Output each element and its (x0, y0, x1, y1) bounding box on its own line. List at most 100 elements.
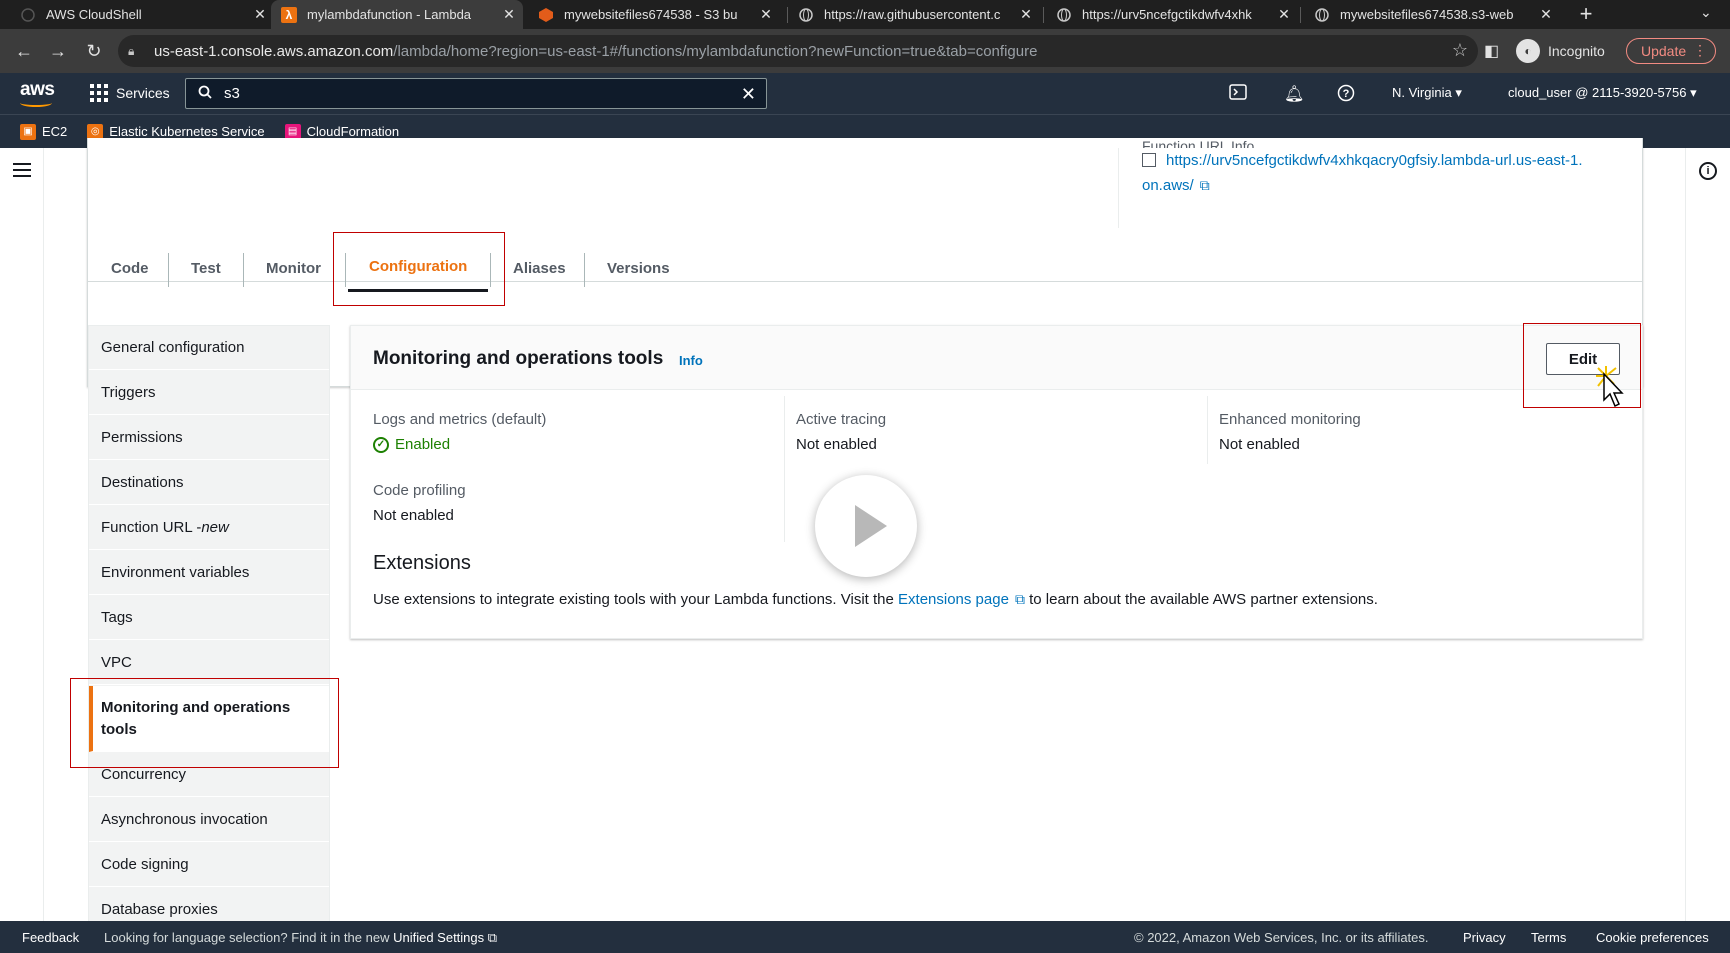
info-panel-icon[interactable]: i (1699, 162, 1717, 180)
copy-icon[interactable] (1142, 153, 1156, 167)
address-bar[interactable]: 🔒︎ us-east-1.console.aws.amazon.com/lamb… (118, 35, 1478, 67)
lambda-console-page: i Function URL Info https://urv5ncefgcti… (0, 138, 1730, 932)
update-button[interactable]: Update ⋮ (1626, 38, 1716, 64)
copyright: © 2022, Amazon Web Services, Inc. or its… (1134, 930, 1429, 945)
info-link[interactable]: Info (679, 353, 703, 368)
side-menu-general-configuration[interactable]: General configuration (89, 326, 329, 370)
close-icon[interactable]: ✕ (501, 6, 517, 23)
extensions-description: Use extensions to integrate existing too… (373, 591, 1378, 608)
browser-tab-s3-website[interactable]: mywebsitefiles674538.s3-web ✕ (1314, 0, 1554, 29)
browser-tab-lambda[interactable]: λ mylambdafunction - Lambda ✕ (271, 0, 523, 29)
side-menu-vpc[interactable]: VPC (89, 641, 329, 685)
tab-test[interactable]: Test (191, 243, 221, 293)
feedback-link[interactable]: Feedback (22, 930, 79, 945)
search-input[interactable]: s3 ✕ (185, 78, 767, 109)
side-menu-concurrency[interactable]: Concurrency (89, 753, 329, 797)
active-tracing-label: Active tracing (796, 411, 887, 428)
tab-separator (584, 253, 585, 287)
side-menu-tags[interactable]: Tags (89, 596, 329, 640)
panel-title: Monitoring and operations tools (373, 348, 664, 369)
column-divider (1207, 396, 1208, 464)
tab-separator (1043, 7, 1044, 23)
extensions-page-link[interactable]: Extensions page (898, 591, 1009, 608)
cloudshell-icon[interactable] (1229, 84, 1247, 105)
help-icon[interactable]: ? (1337, 84, 1355, 107)
language-notice: Looking for language selection? Find it … (104, 930, 498, 945)
code-profiling-value: Not enabled (373, 507, 454, 524)
back-arrow-icon[interactable]: ← (12, 39, 36, 63)
close-icon[interactable]: ✕ (1538, 6, 1554, 23)
tab-separator (1300, 7, 1301, 23)
tab-title: https://raw.githubusercontent.c (824, 7, 1001, 22)
incognito-icon: ◐ (1516, 39, 1540, 63)
function-url-link[interactable]: https://urv5ncefgctikdwfv4xhkqacry0gfsiy… (1142, 149, 1622, 198)
enhanced-monitoring-label: Enhanced monitoring (1219, 411, 1361, 428)
svg-text:?: ? (1343, 88, 1350, 100)
close-icon[interactable]: ✕ (1018, 6, 1034, 23)
tab-versions[interactable]: Versions (607, 243, 670, 293)
tab-title: mylambdafunction - Lambda (307, 7, 472, 22)
browser-toolbar: ← → ↻ 🔒︎ us-east-1.console.aws.amazon.co… (0, 29, 1730, 73)
column-divider (784, 396, 785, 542)
tab-configuration[interactable]: Configuration (348, 240, 489, 292)
favorite-ec2[interactable]: ▣ EC2 (20, 123, 67, 140)
extensions-heading: Extensions (373, 552, 471, 574)
browser-tab-strip: AWS CloudShell ✕ λ mylambdafunction - La… (0, 0, 1730, 29)
clear-search-icon[interactable]: ✕ (741, 84, 756, 105)
new-tab-button[interactable]: + (1574, 2, 1598, 26)
external-link-icon: ⧉ (484, 930, 498, 945)
lock-icon: 🔒︎ (128, 43, 135, 58)
hamburger-menu-icon[interactable] (13, 163, 31, 181)
side-menu-function-url[interactable]: Function URL - new (89, 506, 329, 550)
side-menu-asynchronous-invocation[interactable]: Asynchronous invocation (89, 798, 329, 842)
configuration-side-menu: General configuration Triggers Permissio… (88, 325, 330, 932)
lambda-icon: λ (281, 6, 297, 23)
cloudshell-icon (20, 7, 36, 23)
forward-arrow-icon[interactable]: → (46, 39, 70, 63)
incognito-indicator[interactable]: ◐ Incognito (1516, 37, 1605, 65)
tab-title: mywebsitefiles674538.s3-web (1340, 7, 1514, 22)
menu-dots-icon: ⋮ (1693, 42, 1707, 58)
globe-icon (1056, 7, 1072, 23)
side-menu-code-signing[interactable]: Code signing (89, 843, 329, 887)
browser-tab-s3[interactable]: mywebsitefiles674538 - S3 bu ✕ (538, 0, 774, 29)
side-menu-permissions[interactable]: Permissions (89, 416, 329, 460)
cookie-preferences-link[interactable]: Cookie preferences (1596, 930, 1709, 945)
notifications-bell-icon[interactable]: 🔔︎ (1284, 84, 1304, 104)
close-icon[interactable]: ✕ (758, 6, 774, 23)
browser-tab-lambda-url[interactable]: https://urv5ncefgctikdwfv4xhk ✕ (1056, 0, 1292, 29)
unified-settings-link[interactable]: Unified Settings (393, 930, 484, 945)
tab-code[interactable]: Code (111, 243, 149, 293)
external-link-icon: ⧉ (1014, 591, 1025, 607)
side-menu-environment-variables[interactable]: Environment variables (89, 551, 329, 595)
close-icon[interactable]: ✕ (1276, 6, 1292, 23)
side-panel-icon[interactable]: ◧ (1484, 41, 1499, 61)
tab-aliases[interactable]: Aliases (513, 243, 566, 293)
terms-link[interactable]: Terms (1531, 930, 1566, 945)
side-menu-destinations[interactable]: Destinations (89, 461, 329, 505)
browser-tab-cloudshell[interactable]: AWS CloudShell ✕ (20, 0, 268, 29)
side-menu-monitoring-and-operations-tools[interactable]: Monitoring and operations tools (89, 686, 329, 752)
tab-search-icon[interactable]: ⌄ (1700, 4, 1712, 21)
reload-icon[interactable]: ↻ (82, 39, 106, 63)
region-selector[interactable]: N. Virginia ▾ (1392, 85, 1462, 101)
close-icon[interactable]: ✕ (252, 6, 268, 23)
grid-icon (90, 84, 108, 102)
tab-separator (490, 253, 491, 287)
url-text: us-east-1.console.aws.amazon.com/lambda/… (154, 42, 1038, 60)
logs-metrics-label: Logs and metrics (default) (373, 411, 547, 428)
side-menu-triggers[interactable]: Triggers (89, 371, 329, 415)
incognito-label: Incognito (1548, 43, 1605, 59)
function-tabs (88, 242, 1643, 282)
browser-tab-github[interactable]: https://raw.githubusercontent.c ✕ (798, 0, 1034, 29)
tab-monitor[interactable]: Monitor (266, 243, 321, 293)
divider (1118, 148, 1119, 228)
services-menu-button[interactable]: Services (90, 84, 170, 102)
account-menu[interactable]: cloud_user @ 2115-3920-5756 ▾ (1508, 85, 1697, 101)
video-play-button[interactable] (815, 475, 917, 577)
tab-separator (243, 253, 244, 287)
aws-logo[interactable]: aws (20, 79, 55, 107)
search-value: s3 (224, 85, 240, 102)
bookmark-star-icon[interactable]: ☆ (1452, 40, 1468, 61)
privacy-link[interactable]: Privacy (1463, 930, 1506, 945)
